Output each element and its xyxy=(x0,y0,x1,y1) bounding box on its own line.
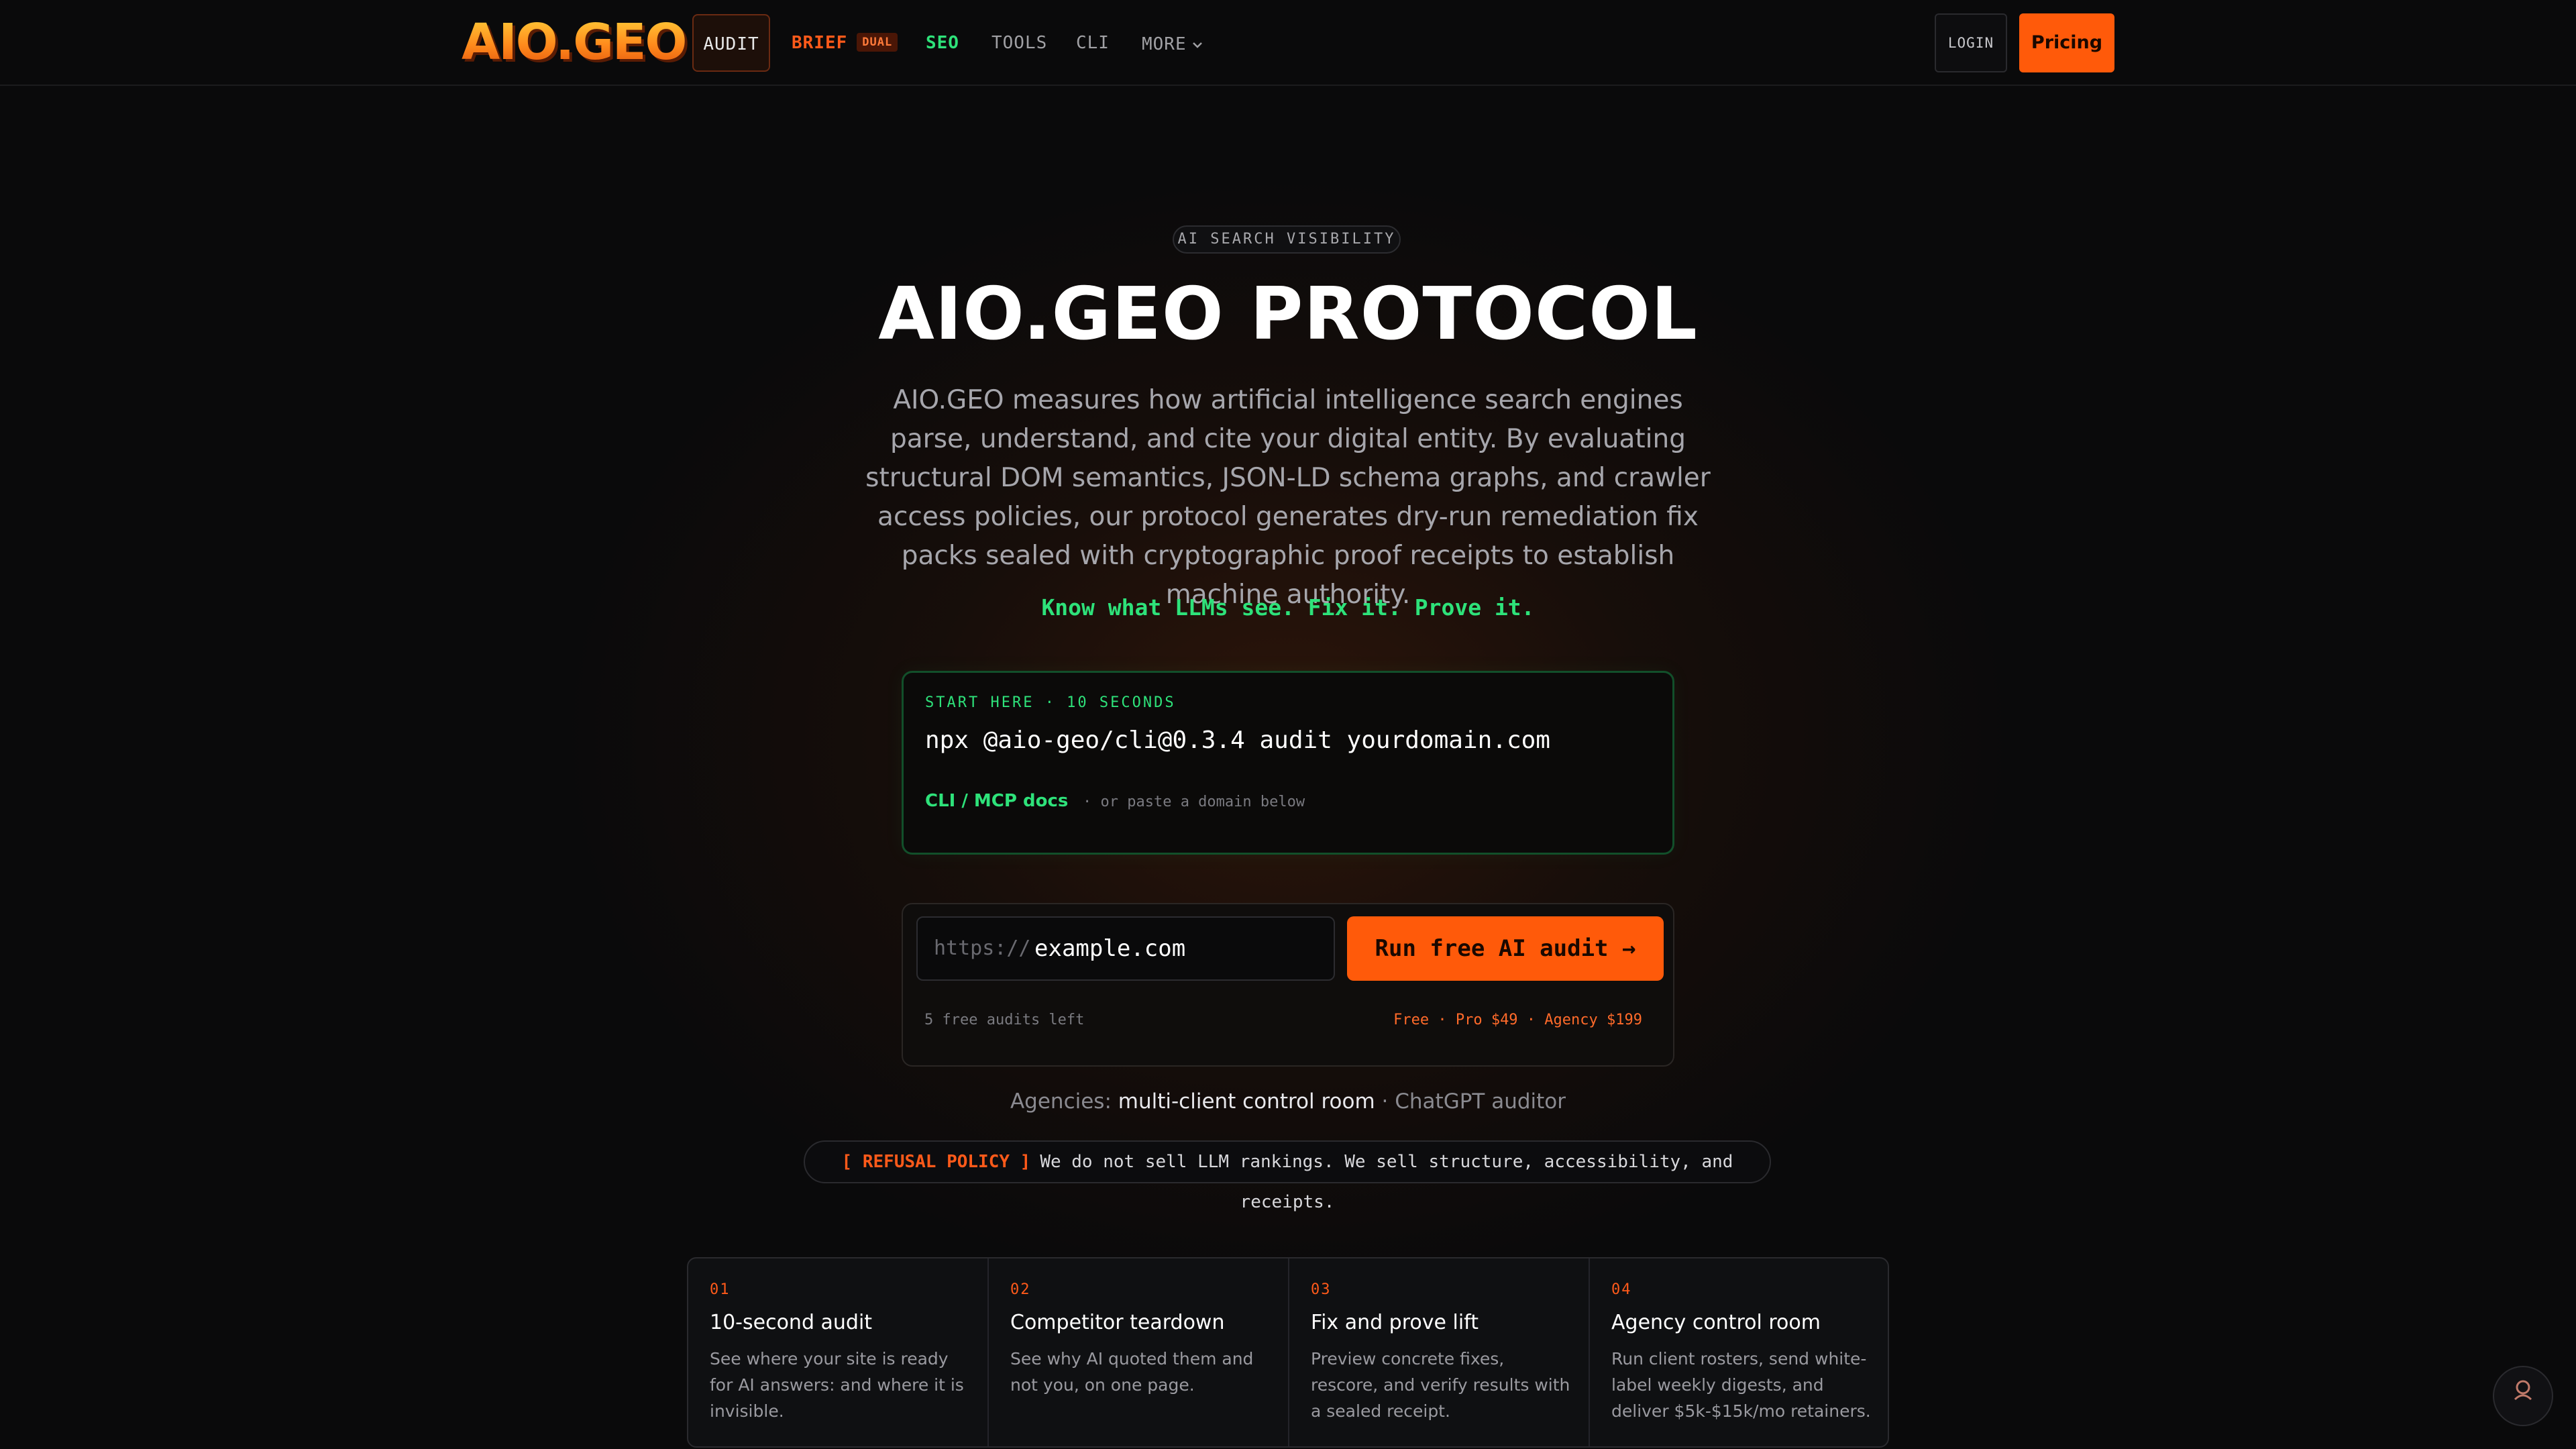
url-prefix: https:// xyxy=(934,936,1031,960)
nav-tools[interactable]: TOOLS xyxy=(991,14,1047,72)
feature-number: 04 xyxy=(1611,1281,1632,1298)
control-room-link[interactable]: multi-client control room xyxy=(1118,1089,1375,1114)
feature-card[interactable]: 01 10-second audit See where your site i… xyxy=(688,1258,989,1446)
dual-badge: DUAL xyxy=(857,33,898,52)
refusal-policy: [ REFUSAL POLICY ] We do not sell LLM ran… xyxy=(804,1140,1771,1212)
domain-input[interactable]: https:// example.com xyxy=(916,916,1335,981)
nav-brief[interactable]: BRIEF DUAL xyxy=(792,14,898,72)
cli-links: CLI / MCP docs · or paste a domain below xyxy=(925,791,1305,811)
feature-number: 02 xyxy=(1010,1281,1031,1298)
feature-description: See why AI quoted them and not you, on o… xyxy=(1010,1349,1254,1395)
audits-left: 5 free audits left xyxy=(924,1012,1085,1028)
plans-link[interactable]: Free · Pro $49 · Agency $199 xyxy=(1393,1012,1642,1028)
nav-audit[interactable]: AUDIT xyxy=(692,14,770,72)
feature-card[interactable]: 02 Competitor teardown See why AI quoted… xyxy=(989,1258,1289,1446)
refusal-text: We do not sell LLM rankings. We sell str… xyxy=(1040,1152,1733,1212)
feature-description: Run client rosters, send white-label wee… xyxy=(1611,1349,1871,1421)
top-nav: AIO.GEO AUDIT BRIEF DUAL SEO TOOLS CLI MO… xyxy=(0,0,2576,86)
cli-quickstart: START HERE · 10 SECONDS npx @aio-geo/cli… xyxy=(902,671,1674,855)
feature-title: Fix and prove lift xyxy=(1311,1311,1479,1334)
logo[interactable]: AIO.GEO xyxy=(462,13,687,71)
feature-card[interactable]: 03 Fix and prove lift Preview concrete f… xyxy=(1289,1258,1590,1446)
chatgpt-auditor-link[interactable]: ChatGPT auditor xyxy=(1395,1089,1566,1114)
run-audit-button[interactable]: Run free AI audit → xyxy=(1347,916,1664,981)
pricing-button[interactable]: Pricing xyxy=(2019,13,2114,72)
tagline: Know what LLMs see. Fix it. Prove it. xyxy=(1041,594,1535,621)
feature-card[interactable]: 04 Agency control room Run client roster… xyxy=(1590,1258,1888,1446)
audit-form: https:// example.com Run free AI audit →… xyxy=(902,903,1674,1067)
feature-description: See where your site is ready for AI answ… xyxy=(710,1349,964,1421)
feature-cards: 01 10-second audit See where your site i… xyxy=(687,1257,1889,1448)
page-title: AIO.GEO PROTOCOL xyxy=(878,272,1698,356)
chevron-down-icon xyxy=(1192,14,1203,72)
cli-docs-link[interactable]: CLI / MCP docs xyxy=(925,791,1068,811)
login-button[interactable]: LOGIN xyxy=(1935,13,2007,72)
agencies-sep: · xyxy=(1381,1089,1389,1114)
agencies-lead: Agencies: xyxy=(1010,1089,1112,1114)
feature-title: 10-second audit xyxy=(710,1311,873,1334)
nav-cli[interactable]: CLI xyxy=(1076,14,1110,72)
nav-more[interactable]: MORE xyxy=(1142,14,1203,72)
cli-command[interactable]: npx @aio-geo/cli@0.3.4 audit yourdomain.… xyxy=(925,727,1550,754)
cli-label: START HERE · 10 SECONDS xyxy=(925,694,1176,711)
feature-title: Competitor teardown xyxy=(1010,1311,1225,1334)
refusal-tag: [ REFUSAL POLICY ] xyxy=(841,1152,1031,1172)
cli-or-text: · or paste a domain below xyxy=(1083,794,1305,810)
nav-seo[interactable]: SEO xyxy=(926,14,959,72)
hero-description: AIO.GEO measures how artificial intellig… xyxy=(865,385,1711,610)
domain-input-value[interactable]: example.com xyxy=(1034,918,1185,979)
chat-assistant-icon[interactable] xyxy=(2493,1366,2553,1426)
nav-brief-label: BRIEF xyxy=(792,33,848,53)
nav-more-label: MORE xyxy=(1142,34,1187,54)
eyebrow-badge: AI SEARCH VISIBILITY xyxy=(1173,225,1401,254)
feature-description: Preview concrete fixes, rescore, and ver… xyxy=(1311,1349,1570,1421)
feature-number: 03 xyxy=(1311,1281,1332,1298)
feature-title: Agency control room xyxy=(1611,1311,1821,1334)
feature-number: 01 xyxy=(710,1281,731,1298)
agencies-line: Agencies: multi-client control room · Ch… xyxy=(0,1089,2576,1114)
